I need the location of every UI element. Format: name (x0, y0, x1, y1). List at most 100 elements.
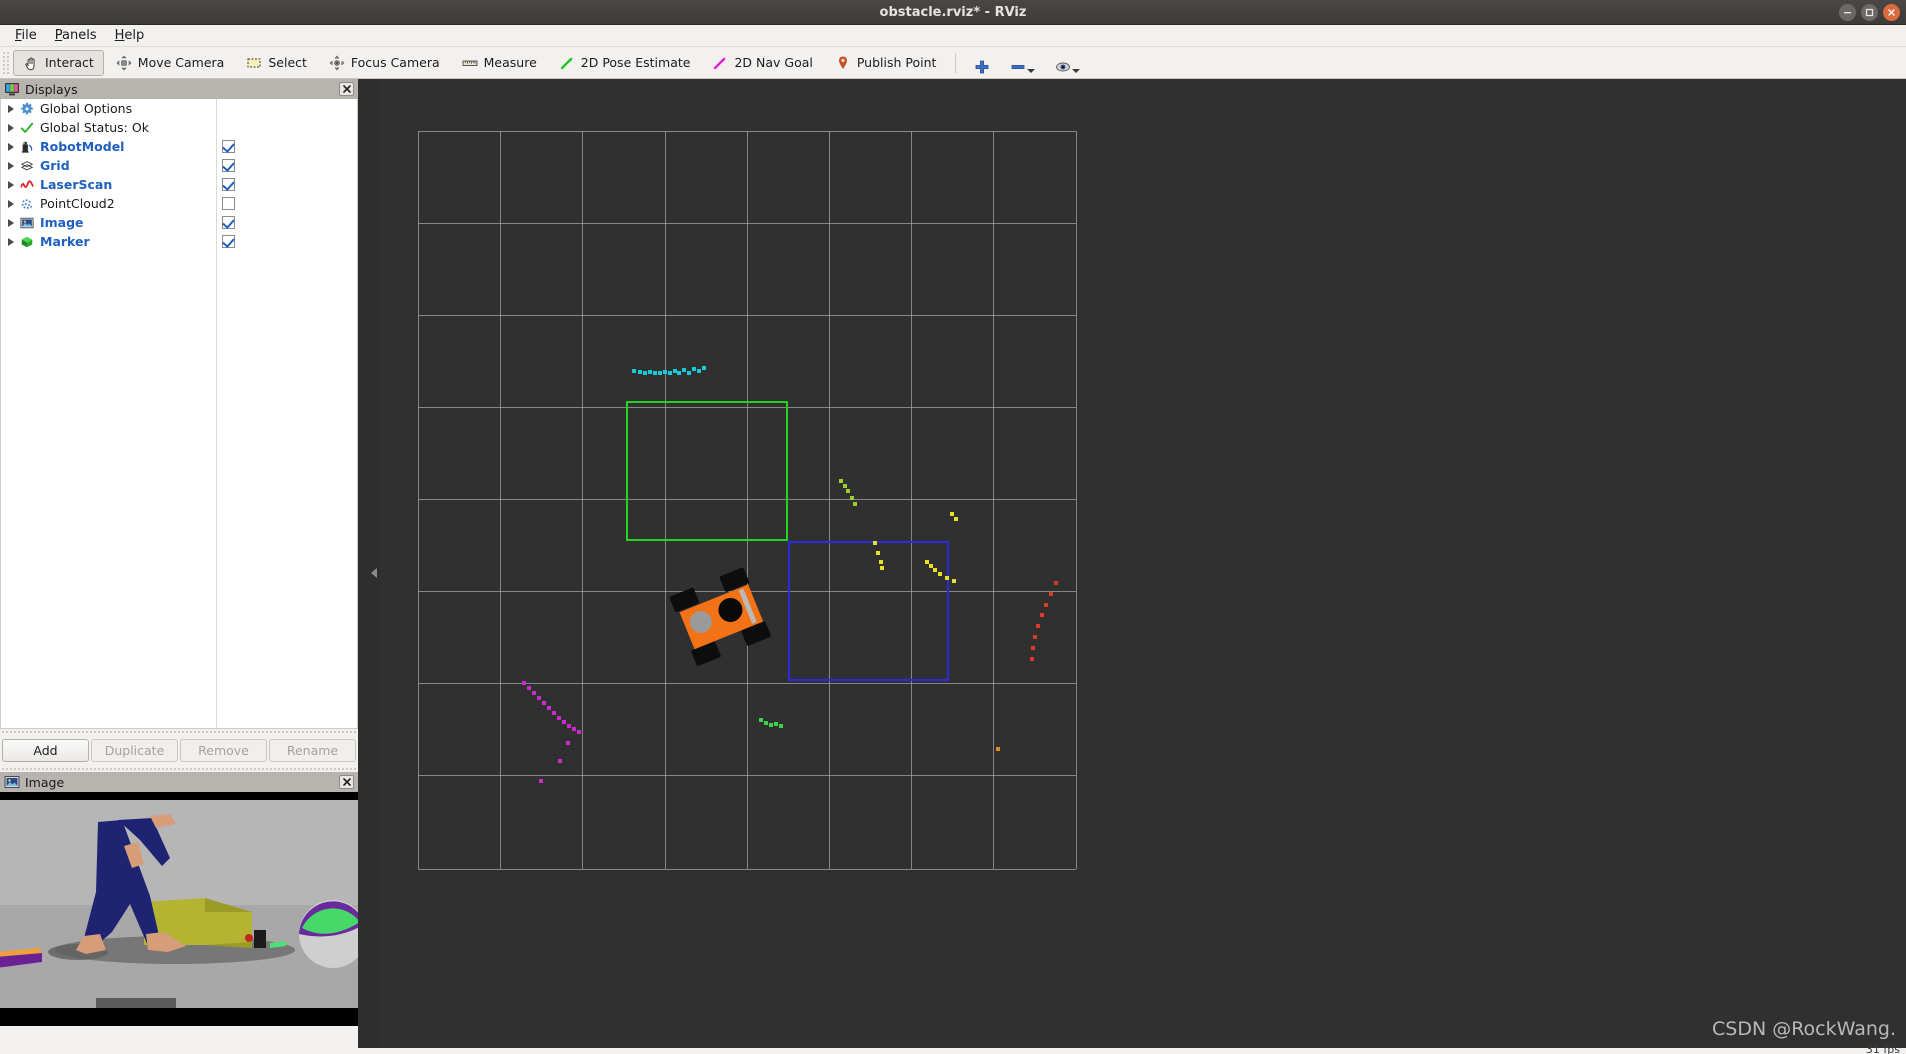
cluster-red-point (1040, 613, 1044, 617)
maximize-button[interactable] (1861, 4, 1878, 21)
tree-item-image[interactable]: Image (1, 213, 357, 232)
grid-line-v (418, 131, 419, 869)
tool-interact[interactable]: Interact (13, 49, 104, 76)
cluster-magenta-point (547, 706, 551, 710)
menu-help[interactable]: Help (107, 26, 153, 45)
cluster-cyan-point (648, 370, 652, 374)
grid-line-h (418, 775, 1076, 776)
cluster-cyan-point (643, 371, 647, 375)
cluster-red-point (1033, 635, 1037, 639)
grid-line-v (993, 131, 994, 869)
magenta-arrow-icon (712, 55, 728, 71)
gear-icon (18, 102, 36, 116)
cluster-green-right-point (843, 484, 847, 488)
cluster-magenta-point (539, 779, 543, 783)
left-dock: Displays Global Options Global Status: O… (0, 79, 358, 1054)
chevron-down-icon[interactable] (1072, 68, 1081, 73)
tool-interact-label: Interact (45, 55, 94, 70)
image-panel-body[interactable] (0, 792, 358, 1026)
tree-label-robot-model: RobotModel (40, 139, 125, 154)
render-view-3d[interactable]: CSDN @RockWang. (380, 79, 1906, 1054)
tool-focus-camera-label: Focus Camera (350, 55, 440, 70)
tool-pose-estimate[interactable]: 2D Pose Estimate (549, 50, 701, 76)
tree-item-laser-scan[interactable]: LaserScan (1, 175, 357, 194)
grid-line-v (829, 131, 830, 869)
cluster-green-bottom-point (769, 723, 773, 727)
cluster-cyan-point (638, 370, 642, 374)
expand-arrow-icon[interactable] (4, 156, 18, 175)
tool-select[interactable]: Select (236, 50, 317, 76)
marker-cube-icon (18, 235, 36, 249)
cluster-yellow-c-point (933, 568, 937, 572)
ruler-icon (462, 55, 478, 71)
cluster-yellow-a-point (954, 517, 958, 521)
tree-item-global-options[interactable]: Global Options (1, 99, 357, 118)
chevron-down-icon[interactable] (1027, 68, 1036, 73)
plus-icon (974, 59, 990, 75)
tool-select-label: Select (268, 55, 307, 70)
zoom-in-button[interactable] (965, 50, 999, 76)
pointcloud-icon (18, 197, 36, 211)
expand-arrow-icon[interactable] (4, 194, 18, 213)
image-panel-close-button[interactable] (339, 775, 354, 789)
tree-item-marker[interactable]: Marker (1, 232, 357, 251)
tree-item-global-status[interactable]: Global Status: Ok (1, 118, 357, 137)
cluster-magenta-point (527, 686, 531, 690)
cluster-magenta-point (532, 691, 536, 695)
dock-collapse-handle[interactable] (368, 560, 380, 586)
cluster-cyan-point (692, 367, 696, 371)
menu-panels[interactable]: Panels (47, 26, 105, 45)
visibility-button[interactable] (1046, 50, 1089, 76)
expand-arrow-icon[interactable] (4, 137, 18, 156)
expand-arrow-icon[interactable] (4, 99, 18, 118)
toolbar-separator (955, 52, 957, 73)
expand-arrow-icon[interactable] (4, 175, 18, 194)
close-button[interactable] (1883, 4, 1900, 21)
add-button[interactable]: Add (2, 739, 89, 762)
grid-line-v (500, 131, 501, 869)
tool-publish-point[interactable]: Publish Point (825, 50, 947, 76)
tool-focus-camera[interactable]: Focus Camera (319, 50, 450, 76)
window-controls (1839, 4, 1900, 21)
expand-arrow-icon[interactable] (4, 232, 18, 251)
grid-line-h (418, 131, 1076, 132)
remove-button[interactable]: Remove (180, 739, 267, 762)
checkbox-grid[interactable] (222, 159, 235, 172)
cluster-cyan-point (682, 368, 686, 372)
cluster-magenta-point (567, 724, 571, 728)
checkbox-robot-model[interactable] (222, 140, 235, 153)
tree-item-grid[interactable]: Grid (1, 156, 357, 175)
cluster-magenta-point (572, 727, 576, 731)
tool-measure[interactable]: Measure (452, 50, 547, 76)
tool-nav-goal[interactable]: 2D Nav Goal (702, 50, 822, 76)
grid-line-v (582, 131, 583, 869)
cluster-cyan-point (677, 371, 681, 375)
tool-publish-point-label: Publish Point (856, 55, 937, 70)
rename-button[interactable]: Rename (269, 739, 356, 762)
tool-measure-label: Measure (483, 55, 537, 70)
minimize-button[interactable] (1839, 4, 1856, 21)
checkbox-marker[interactable] (222, 235, 235, 248)
displays-tree[interactable]: Global Options Global Status: Ok RobotMo… (0, 99, 358, 729)
tree-item-point-cloud2[interactable]: PointCloud2 (1, 194, 357, 213)
expand-arrow-icon[interactable] (4, 118, 18, 137)
grid-lines (380, 79, 1906, 1054)
camera-image (0, 800, 358, 1008)
duplicate-button[interactable]: Duplicate (91, 739, 178, 762)
menu-panels-label-rest: anels (62, 28, 97, 43)
expand-arrow-icon[interactable] (4, 213, 18, 232)
green-arrow-icon (559, 55, 575, 71)
toolbar-grip[interactable] (2, 50, 10, 75)
displays-panel-title: Displays (25, 81, 78, 97)
tool-move-camera[interactable]: Move Camera (106, 50, 235, 76)
zoom-out-button[interactable] (1001, 50, 1044, 76)
displays-panel-close-button[interactable] (339, 82, 354, 96)
image-icon (18, 216, 36, 230)
checkbox-image[interactable] (222, 216, 235, 229)
tree-label-image: Image (40, 215, 84, 230)
checkbox-laser-scan[interactable] (222, 178, 235, 191)
menu-file[interactable]: File (7, 26, 45, 45)
checkbox-point-cloud2[interactable] (222, 197, 235, 210)
cluster-green-right-point (850, 496, 854, 500)
tree-item-robot-model[interactable]: RobotModel (1, 137, 357, 156)
